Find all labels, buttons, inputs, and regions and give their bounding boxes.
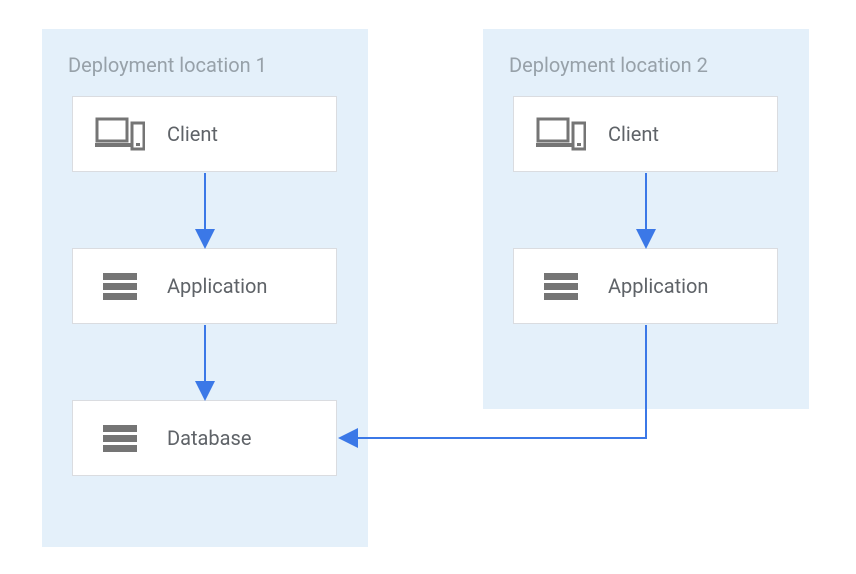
node-application-1: Application [72, 248, 337, 324]
node-label: Application [167, 274, 267, 298]
node-client-1: Client [72, 96, 337, 172]
node-label: Client [608, 122, 659, 146]
server-icon [95, 425, 145, 452]
panel-title-2: Deployment location 2 [509, 53, 708, 77]
node-database: Database [72, 400, 337, 476]
node-label: Client [167, 122, 218, 146]
client-devices-icon [536, 117, 586, 151]
deployment-location-panel-2: Deployment location 2 [483, 29, 809, 409]
node-label: Database [167, 426, 251, 450]
server-icon [95, 273, 145, 300]
client-devices-icon [95, 117, 145, 151]
node-client-2: Client [513, 96, 778, 172]
panel-title-1: Deployment location 1 [68, 53, 267, 77]
node-application-2: Application [513, 248, 778, 324]
server-icon [536, 273, 586, 300]
node-label: Application [608, 274, 708, 298]
